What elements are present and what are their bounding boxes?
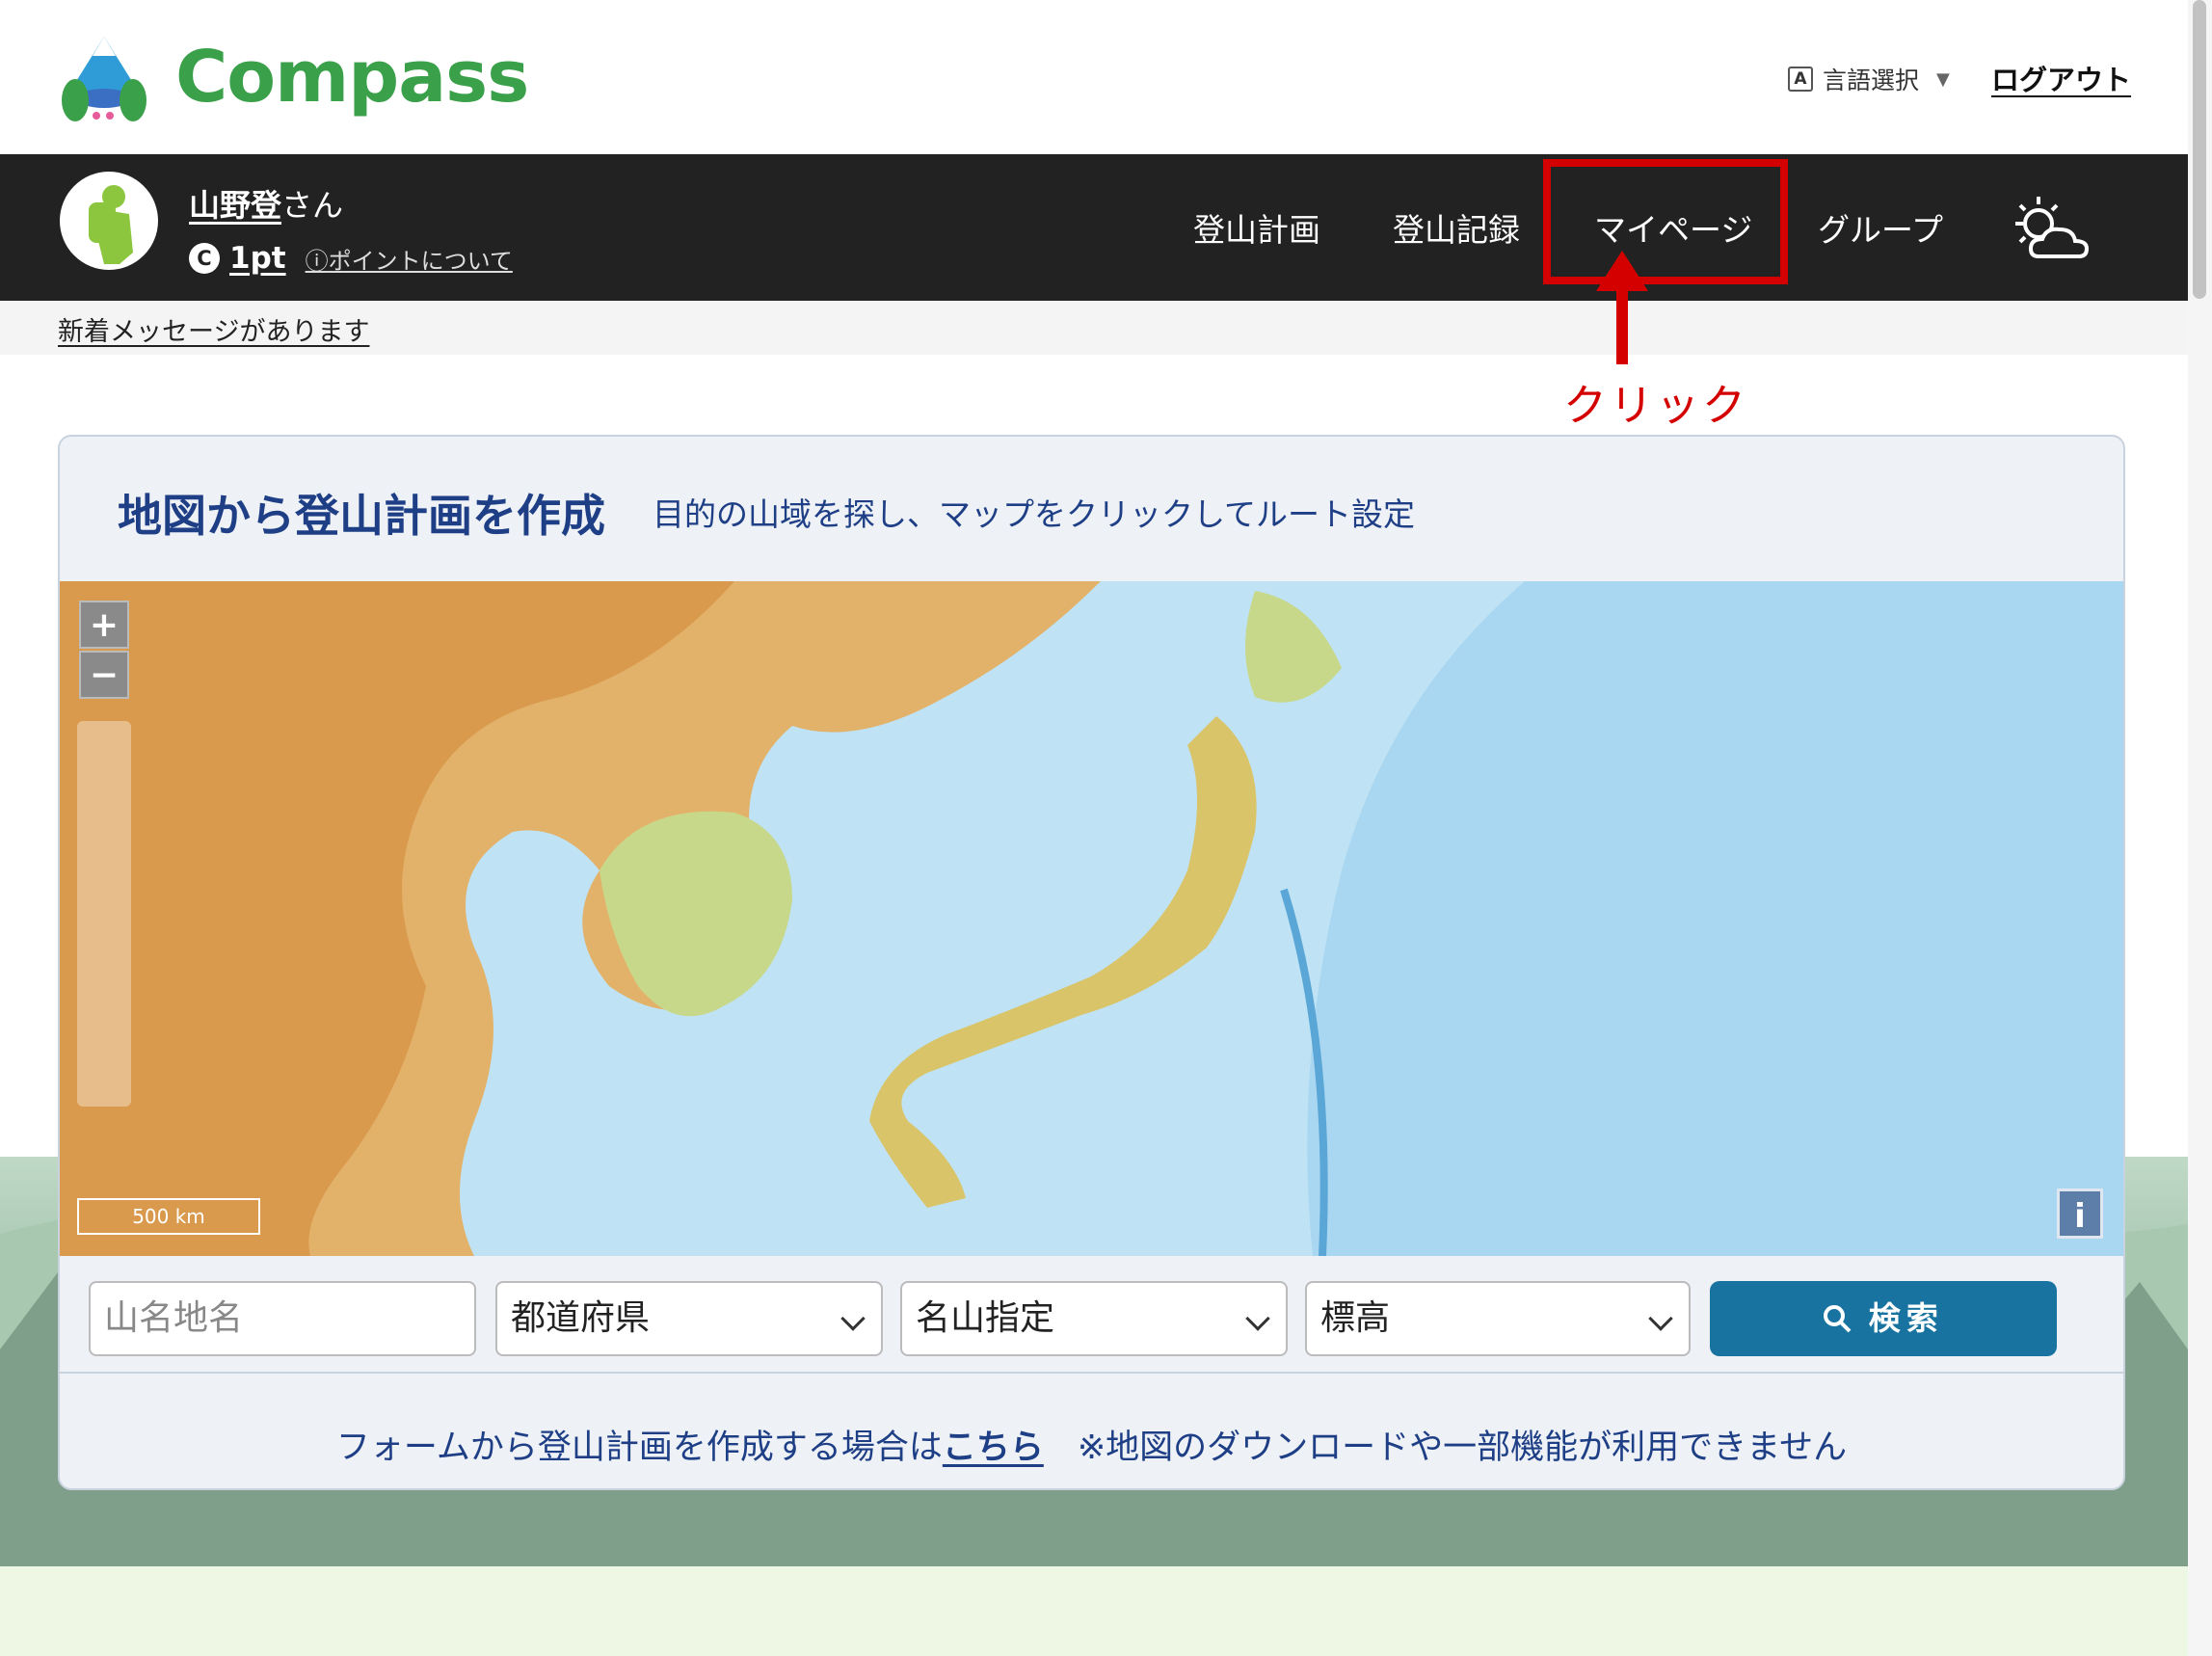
username-suffix: さん <box>281 187 344 224</box>
chevron-down-icon <box>1648 1306 1673 1331</box>
form-note-prefix: フォームから登山計画を作成する場合は <box>335 1429 943 1467</box>
scrollbar[interactable] <box>2188 0 2212 1656</box>
sun-cloud-icon[interactable] <box>2010 195 2092 268</box>
top-bar: Compass A 言語選択 ▼ ログアウト <box>0 0 2188 154</box>
compass-logo[interactable]: Compass <box>56 29 529 125</box>
points-about-link[interactable]: ⓘポイントについて <box>306 242 513 276</box>
form-link[interactable]: こちら <box>943 1429 1044 1467</box>
translate-icon: A <box>1788 67 1813 92</box>
message-bar: 新着メッセージがあります <box>0 301 2188 355</box>
mypage-highlight-box <box>1543 159 1788 284</box>
map-scale: 500 km <box>77 1198 260 1235</box>
logo-text: Compass <box>175 36 529 119</box>
map-info-button[interactable]: i <box>2057 1189 2103 1239</box>
bottom-section <box>0 1566 2188 1656</box>
hiker-avatar-icon <box>89 185 133 264</box>
points-info: C 1pt ⓘポイントについて <box>189 241 513 276</box>
prefecture-select-value: 都道府県 <box>511 1298 651 1338</box>
panel-subtitle: 目的の山域を探し、マップをクリックしてルート設定 <box>653 495 1416 533</box>
form-note-suffix: ※地図のダウンロードや一部機能が利用できません <box>1043 1429 1848 1467</box>
map-terrain <box>60 581 2123 1256</box>
nav-group[interactable]: グループ <box>1818 204 1943 251</box>
chevron-down-icon <box>840 1306 866 1331</box>
search-icon <box>1823 1299 1869 1337</box>
username: 山野登さん <box>189 181 343 226</box>
help-circle-icon: ⓘ <box>305 247 329 275</box>
username-link[interactable]: 山野登 <box>189 187 281 224</box>
zoom-in-button[interactable]: + <box>79 601 129 649</box>
zoom-out-button[interactable]: − <box>79 651 129 699</box>
scrollbar-thumb[interactable] <box>2193 0 2206 299</box>
click-annotation: クリック <box>1563 380 1749 431</box>
points-link[interactable]: 1pt <box>229 241 286 276</box>
search-button[interactable]: 検索 <box>1710 1281 2057 1356</box>
caret-down-icon: ▼ <box>1936 68 1950 90</box>
nav-climb-record[interactable]: 登山記録 <box>1393 204 1520 251</box>
terrain-map[interactable]: + − 500 km i <box>60 581 2123 1256</box>
altitude-select[interactable]: 標高 <box>1305 1281 1691 1356</box>
search-button-label: 検索 <box>1868 1299 1944 1337</box>
avatar[interactable] <box>60 172 158 270</box>
search-row: 山名地名 都道府県 名山指定 標高 検索 <box>60 1266 2123 1358</box>
prefecture-select[interactable]: 都道府県 <box>495 1281 883 1356</box>
language-selector[interactable]: A 言語選択 ▼ <box>1788 62 1950 96</box>
arrow-up-icon <box>1596 251 1648 370</box>
logout-link[interactable]: ログアウト <box>1991 58 2131 98</box>
map-plan-panel: 地図から登山計画を作成 目的の山域を探し、マップをクリックしてルート設定 + −… <box>58 435 2125 1490</box>
points-about-label: ポイントについて <box>328 247 513 275</box>
nav-bar: 山野登さん C 1pt ⓘポイントについて 登山計画 登山記録 マイページ グル… <box>0 154 2188 301</box>
nav-climb-plan[interactable]: 登山計画 <box>1193 204 1320 251</box>
chevron-down-icon <box>1245 1306 1270 1331</box>
zoom-slider[interactable] <box>77 721 131 1107</box>
panel-title: 地図から登山計画を作成 <box>118 490 605 542</box>
coin-icon: C <box>189 243 220 274</box>
altitude-select-value: 標高 <box>1320 1298 1391 1338</box>
new-message-link[interactable]: 新着メッセージがあります <box>58 310 369 348</box>
famous-mountain-select[interactable]: 名山指定 <box>900 1281 1288 1356</box>
language-label: 言語選択 <box>1823 67 1920 94</box>
mountain-logo-icon <box>62 37 147 121</box>
famous-mountain-select-value: 名山指定 <box>916 1298 1055 1338</box>
mountain-name-input[interactable]: 山名地名 <box>89 1281 476 1356</box>
form-note: フォームから登山計画を作成する場合はこちら ※地図のダウンロードや一部機能が利用… <box>60 1372 2123 1488</box>
